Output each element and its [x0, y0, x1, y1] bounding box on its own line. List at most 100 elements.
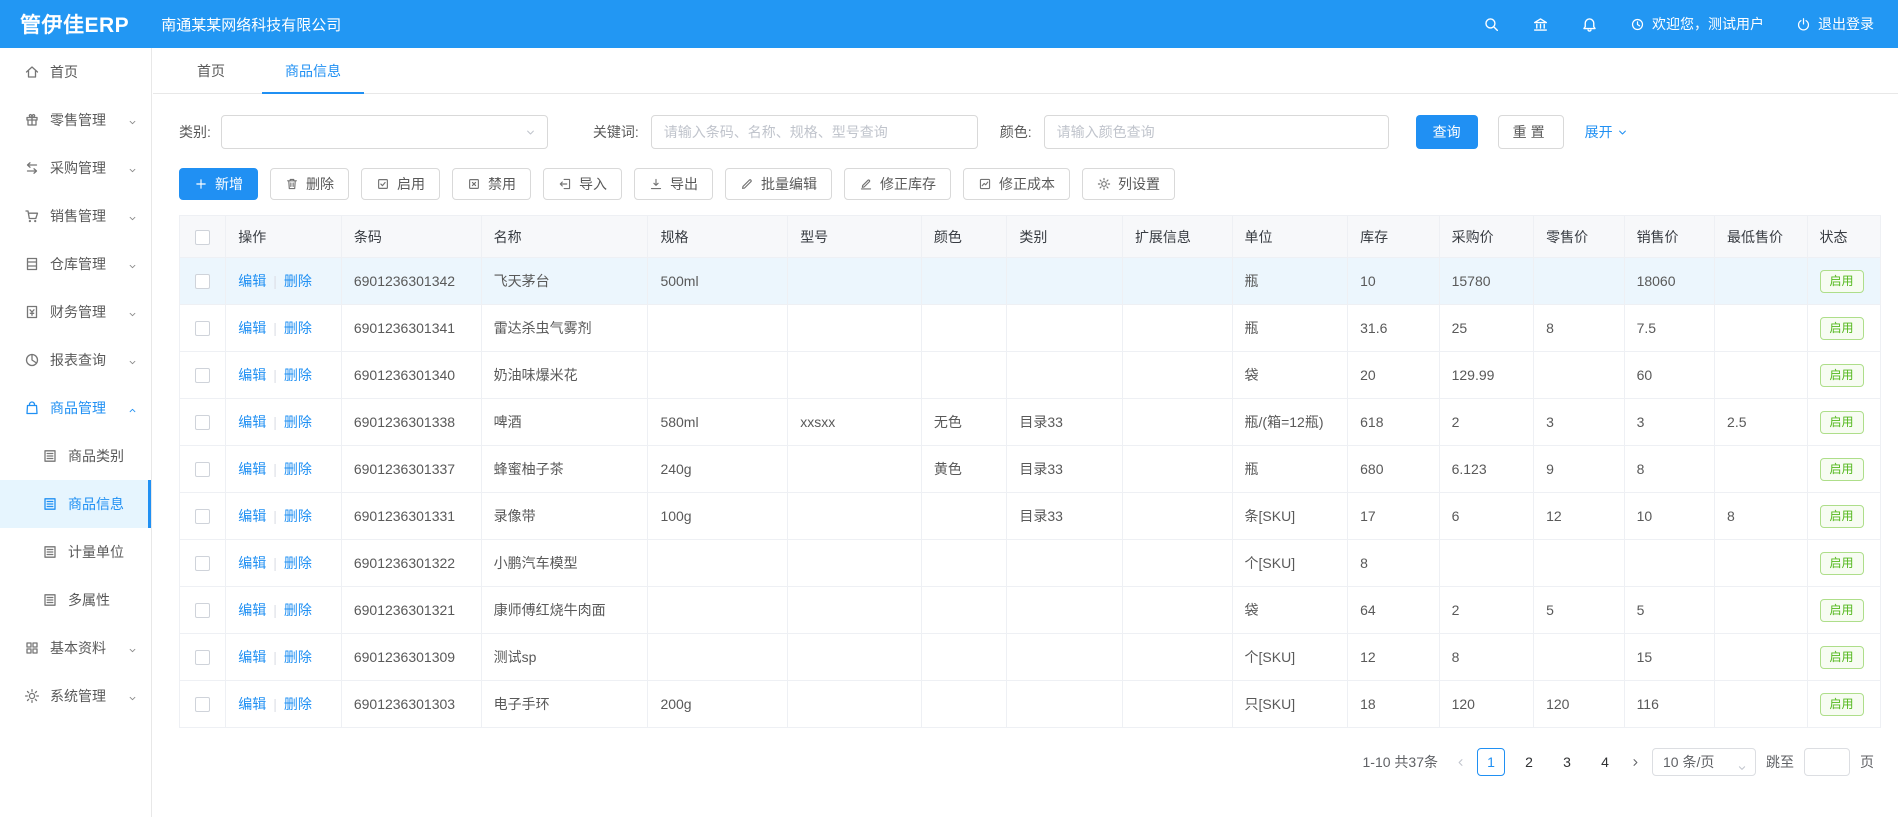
pie-icon	[24, 352, 40, 368]
sidebar-item-multi-attribute[interactable]: 多属性	[0, 576, 151, 624]
delete-link[interactable]: 删除	[284, 555, 312, 571]
table-row: 编辑|删除6901236301338啤酒580mlxxsxx无色目录33瓶/(箱…	[180, 399, 1881, 446]
sidebar-item-product-category[interactable]: 商品类别	[0, 432, 151, 480]
sidebar-item-product-management[interactable]: 商品管理	[0, 384, 151, 432]
delete-button[interactable]: 删除	[270, 168, 349, 200]
sidebar-item-report-query[interactable]: 报表查询	[0, 336, 151, 384]
column-settings-button[interactable]: 列设置	[1082, 168, 1175, 200]
sidebar-item-home[interactable]: 首页	[0, 48, 151, 96]
delete-link[interactable]: 删除	[284, 602, 312, 618]
sidebar-item-purchase-management[interactable]: 采购管理	[0, 144, 151, 192]
status-badge[interactable]: 启用	[1820, 317, 1864, 340]
row-checkbox[interactable]	[195, 462, 210, 477]
edit-link[interactable]: 编辑	[238, 273, 266, 289]
status-badge[interactable]: 启用	[1820, 552, 1864, 575]
sidebar-item-finance-management[interactable]: 财务管理	[0, 288, 151, 336]
tab-home[interactable]: 首页	[160, 48, 262, 94]
bank-icon[interactable]	[1532, 16, 1549, 33]
cell-sale-price: 10	[1624, 493, 1714, 540]
sidebar-item-basic-data[interactable]: 基本资料	[0, 624, 151, 672]
page-button-4[interactable]: 4	[1591, 748, 1619, 776]
welcome-user[interactable]: 欢迎您，测试用户	[1630, 14, 1764, 34]
status-badge[interactable]: 启用	[1820, 646, 1864, 669]
cell-ext-info	[1122, 399, 1232, 446]
row-checkbox[interactable]	[195, 650, 210, 665]
status-badge[interactable]: 启用	[1820, 411, 1864, 434]
page-button-3[interactable]: 3	[1553, 748, 1581, 776]
edit-link[interactable]: 编辑	[238, 508, 266, 524]
enable-button[interactable]: 启用	[361, 168, 440, 200]
delete-link[interactable]: 删除	[284, 649, 312, 665]
next-page-button[interactable]	[1629, 756, 1642, 769]
delete-link[interactable]: 删除	[284, 461, 312, 477]
sidebar-item-measure-unit[interactable]: 计量单位	[0, 528, 151, 576]
edit-link[interactable]: 编辑	[238, 461, 266, 477]
select-all-checkbox[interactable]	[195, 230, 210, 245]
column-header-operation: 操作	[226, 216, 342, 258]
row-checkbox[interactable]	[195, 321, 210, 336]
reset-button[interactable]: 重置	[1498, 115, 1564, 149]
edit-link[interactable]: 编辑	[238, 414, 266, 430]
cell-ext-info	[1122, 446, 1232, 493]
edit-link[interactable]: 编辑	[238, 696, 266, 712]
edit-link[interactable]: 编辑	[238, 320, 266, 336]
sidebar-item-sales-management[interactable]: 销售管理	[0, 192, 151, 240]
row-checkbox[interactable]	[195, 274, 210, 289]
sidebar-item-product-info[interactable]: 商品信息	[0, 480, 151, 528]
category-select[interactable]	[221, 115, 548, 149]
tab-product-info[interactable]: 商品信息	[262, 48, 364, 94]
keyword-input[interactable]	[651, 115, 978, 149]
cell-stock: 680	[1348, 446, 1439, 493]
sidebar-item-system-management[interactable]: 系统管理	[0, 672, 151, 720]
bell-icon[interactable]	[1581, 16, 1598, 33]
row-checkbox[interactable]	[195, 509, 210, 524]
export-button[interactable]: 导出	[634, 168, 713, 200]
edit-link[interactable]: 编辑	[238, 555, 266, 571]
status-badge[interactable]: 启用	[1820, 505, 1864, 528]
page-button-1[interactable]: 1	[1477, 748, 1505, 776]
status-badge[interactable]: 启用	[1820, 599, 1864, 622]
button-label: 新增	[215, 174, 243, 194]
disable-button[interactable]: 禁用	[452, 168, 531, 200]
jump-page-input[interactable]	[1804, 748, 1850, 776]
sidebar-item-retail-management[interactable]: 零售管理	[0, 96, 151, 144]
batch-edit-button[interactable]: 批量编辑	[725, 168, 832, 200]
delete-link[interactable]: 删除	[284, 508, 312, 524]
edit-link[interactable]: 编辑	[238, 602, 266, 618]
prev-page-button[interactable]	[1454, 756, 1467, 769]
add-button[interactable]: 新增	[179, 168, 258, 200]
sidebar-item-warehouse-management[interactable]: 仓库管理	[0, 240, 151, 288]
page-button-2[interactable]: 2	[1515, 748, 1543, 776]
expand-button[interactable]: 展开	[1585, 122, 1629, 142]
page-size-value: 10 条/页	[1663, 754, 1714, 770]
search-button[interactable]: 查询	[1416, 115, 1478, 149]
row-checkbox[interactable]	[195, 697, 210, 712]
cell-stock: 10	[1348, 258, 1439, 305]
delete-link[interactable]: 删除	[284, 273, 312, 289]
status-badge[interactable]: 启用	[1820, 693, 1864, 716]
search-icon[interactable]	[1483, 16, 1500, 33]
edit-link[interactable]: 编辑	[238, 367, 266, 383]
delete-link[interactable]: 删除	[284, 696, 312, 712]
import-button[interactable]: 导入	[543, 168, 622, 200]
sidebar-item-label: 多属性	[68, 590, 110, 610]
delete-link[interactable]: 删除	[284, 320, 312, 336]
row-checkbox[interactable]	[195, 603, 210, 618]
fix-cost-button[interactable]: 修正成本	[963, 168, 1070, 200]
logout-button[interactable]: 退出登录	[1796, 14, 1874, 34]
pagination: 1-10 共37条 1234 10 条/页 跳至 页	[153, 748, 1874, 776]
row-checkbox[interactable]	[195, 368, 210, 383]
status-badge[interactable]: 启用	[1820, 458, 1864, 481]
x-square-icon	[467, 177, 481, 191]
delete-link[interactable]: 删除	[284, 414, 312, 430]
delete-link[interactable]: 删除	[284, 367, 312, 383]
row-checkbox[interactable]	[195, 415, 210, 430]
status-badge[interactable]: 启用	[1820, 364, 1864, 387]
row-checkbox[interactable]	[195, 556, 210, 571]
fix-stock-button[interactable]: 修正库存	[844, 168, 951, 200]
cell-sale-price: 60	[1624, 352, 1714, 399]
edit-link[interactable]: 编辑	[238, 649, 266, 665]
status-badge[interactable]: 启用	[1820, 270, 1864, 293]
page-size-select[interactable]: 10 条/页	[1652, 748, 1756, 776]
color-input[interactable]	[1044, 115, 1389, 149]
